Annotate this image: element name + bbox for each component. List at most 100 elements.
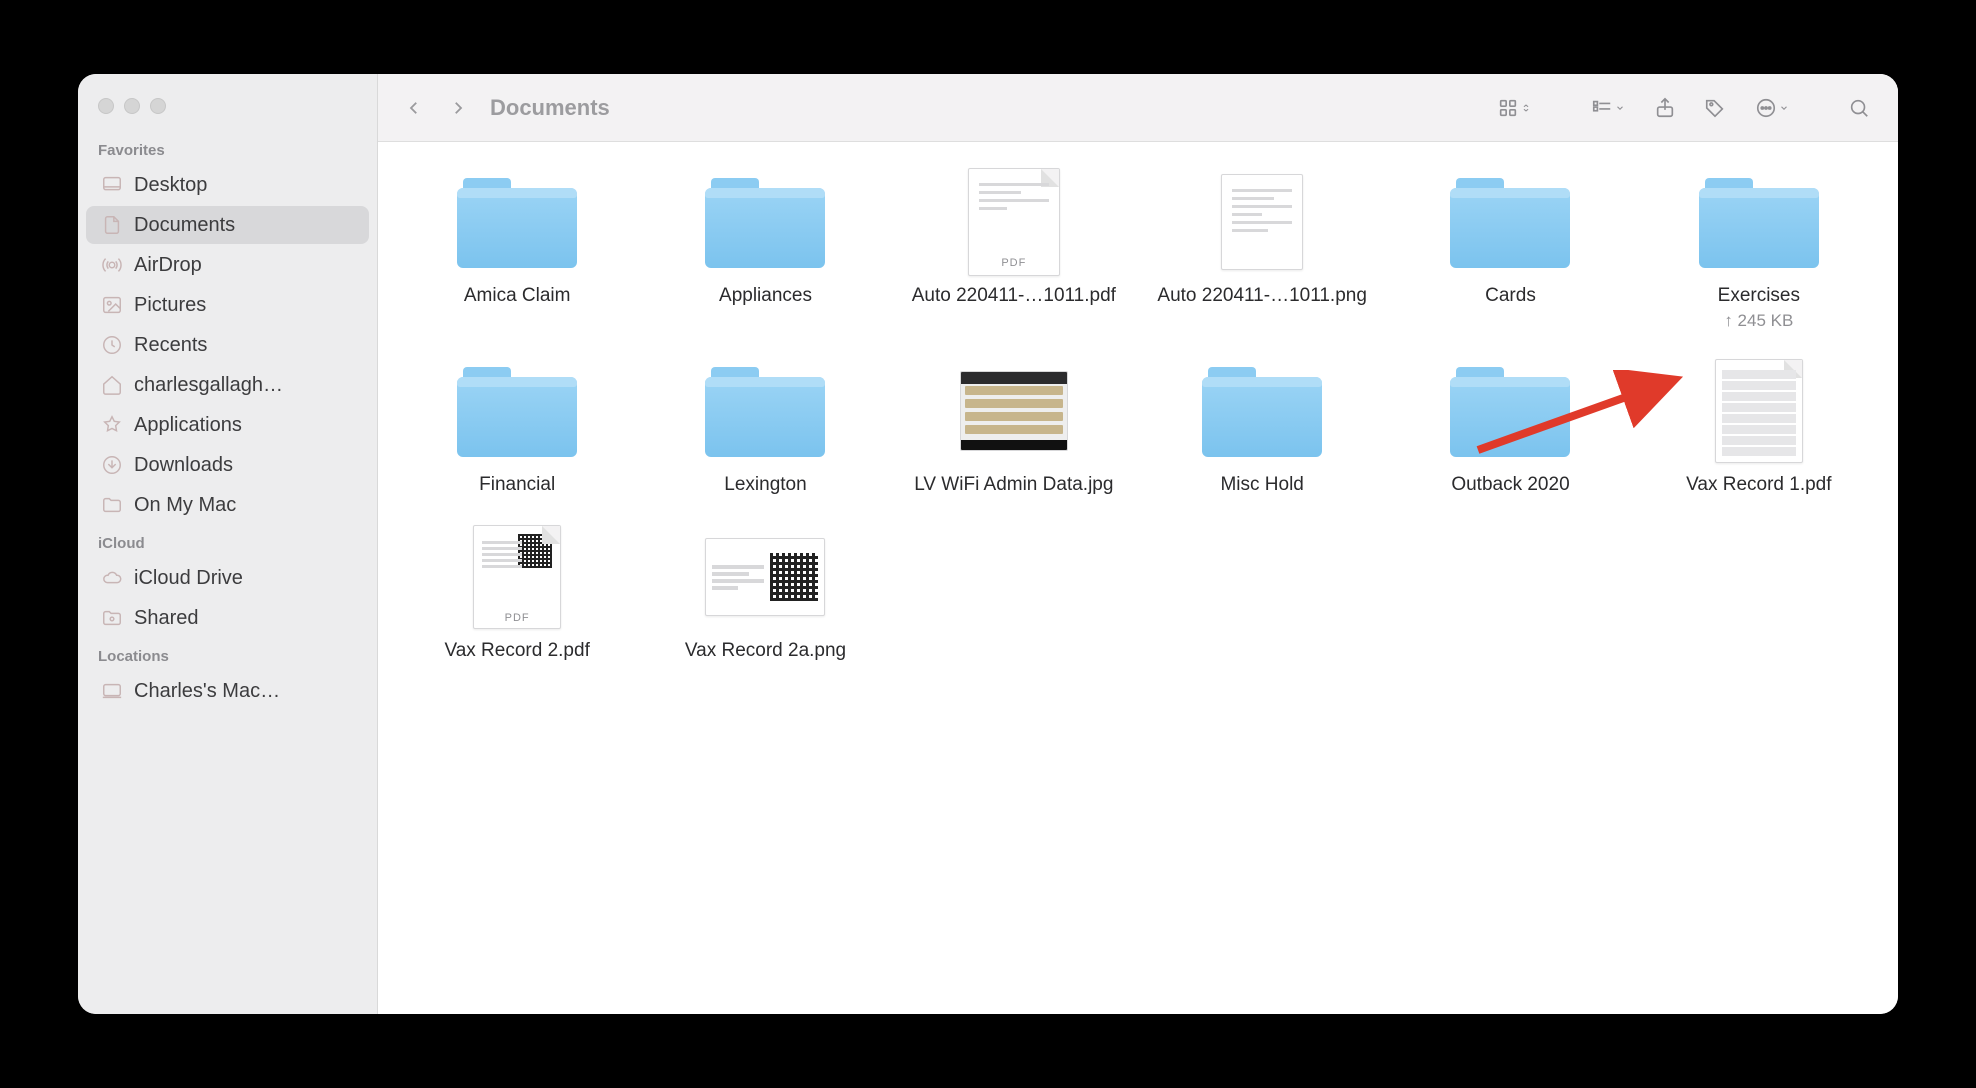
file-thumb — [944, 359, 1084, 463]
folder-icon — [705, 174, 825, 270]
sidebar-item-label: Desktop — [134, 174, 207, 197]
sidebar-item-label: Shared — [134, 607, 199, 630]
sidebar-item-airdrop[interactable]: AirDrop — [86, 246, 369, 284]
main-area: Documents Amica ClaimAppliancesPDFAuto 2… — [378, 74, 1898, 1014]
page-title: Documents — [490, 95, 610, 121]
file-item-label: LV WiFi Admin Data.jpg — [914, 473, 1113, 498]
toolbar: Documents — [378, 74, 1898, 142]
sidebar-section-label: iCloud — [78, 525, 377, 558]
file-item-label: Vax Record 2.pdf — [444, 639, 589, 664]
file-item-label: Vax Record 2a.png — [685, 639, 846, 664]
image-file-icon — [705, 538, 825, 616]
sidebar-section-label: Favorites — [78, 132, 377, 165]
group-button[interactable] — [1580, 90, 1636, 126]
sidebar-item-pictures[interactable]: Pictures — [86, 286, 369, 324]
sidebar-item-label: Applications — [134, 414, 242, 437]
search-button[interactable] — [1838, 90, 1880, 126]
minimize-icon[interactable] — [124, 98, 140, 114]
action-button[interactable] — [1744, 90, 1800, 126]
sidebar-item-label: Recents — [134, 334, 207, 357]
file-thumb — [1192, 170, 1332, 274]
downloads-icon — [100, 453, 124, 477]
file-item[interactable]: Outback 2020 — [1391, 359, 1629, 498]
file-item[interactable]: Amica Claim — [398, 170, 636, 331]
folder-icon — [1450, 363, 1570, 459]
mac-icon — [100, 679, 124, 703]
file-item[interactable]: Financial — [398, 359, 636, 498]
zoom-icon[interactable] — [150, 98, 166, 114]
file-item[interactable]: Appliances — [646, 170, 884, 331]
shared-icon — [100, 606, 124, 630]
file-thumb — [447, 170, 587, 274]
sidebar-item-label: On My Mac — [134, 494, 236, 517]
file-item[interactable]: Misc Hold — [1143, 359, 1381, 498]
image-file-icon — [1221, 174, 1303, 270]
file-item[interactable]: Exercises↑ 245 KB — [1640, 170, 1878, 331]
folder-icon — [457, 363, 577, 459]
file-item-label: Appliances — [719, 284, 812, 309]
folder-icon — [1699, 174, 1819, 270]
icon-grid: Amica ClaimAppliancesPDFAuto 220411-…101… — [398, 170, 1878, 664]
file-item[interactable]: PDF Vax Record 2.pdf — [398, 525, 636, 664]
sidebar-item-downloads[interactable]: Downloads — [86, 446, 369, 484]
file-item[interactable]: PDFAuto 220411-…1011.pdf — [895, 170, 1133, 331]
tags-button[interactable] — [1694, 90, 1736, 126]
sidebar-section-label: Locations — [78, 638, 377, 671]
file-item[interactable]: Auto 220411-…1011.png — [1143, 170, 1381, 331]
file-thumb — [695, 170, 835, 274]
pdf-file-icon — [1715, 359, 1803, 463]
sidebar-item-applications[interactable]: Applications — [86, 406, 369, 444]
file-thumb: PDF — [944, 170, 1084, 274]
file-item-label: Amica Claim — [464, 284, 571, 309]
folder-icon — [1450, 174, 1570, 270]
sidebar-item-documents[interactable]: Documents — [86, 206, 369, 244]
sidebar-item-label: Charles's Mac… — [134, 680, 280, 703]
file-thumb: PDF — [447, 525, 587, 629]
desktop-icon — [100, 173, 124, 197]
folder-icon — [705, 363, 825, 459]
forward-button[interactable] — [440, 90, 476, 126]
file-item[interactable]: Cards — [1391, 170, 1629, 331]
file-thumb — [1440, 170, 1580, 274]
back-button[interactable] — [396, 90, 432, 126]
file-thumb — [447, 359, 587, 463]
sidebar-item-desktop[interactable]: Desktop — [86, 166, 369, 204]
image-file-icon — [960, 371, 1068, 451]
file-thumb — [1440, 359, 1580, 463]
file-thumb — [1689, 359, 1829, 463]
cloud-icon — [100, 566, 124, 590]
sidebar-item-iclouddrive[interactable]: iCloud Drive — [86, 559, 369, 597]
file-item[interactable]: LV WiFi Admin Data.jpg — [895, 359, 1133, 498]
sidebar-item-label: iCloud Drive — [134, 567, 243, 590]
home-icon — [100, 373, 124, 397]
file-item-label: Exercises — [1718, 284, 1800, 309]
document-icon — [100, 213, 124, 237]
airdrop-icon — [100, 253, 124, 277]
file-thumb — [695, 525, 835, 629]
file-item-label: Misc Hold — [1220, 473, 1303, 498]
file-thumb — [1689, 170, 1829, 274]
window-controls — [78, 88, 377, 132]
file-item[interactable]: Vax Record 1.pdf — [1640, 359, 1878, 498]
pdf-file-icon: PDF — [968, 168, 1060, 276]
folder-icon — [1202, 363, 1322, 459]
sidebar-item-home[interactable]: charlesgallagh… — [86, 366, 369, 404]
share-button[interactable] — [1644, 90, 1686, 126]
close-icon[interactable] — [98, 98, 114, 114]
sidebar-item-recents[interactable]: Recents — [86, 326, 369, 364]
sidebar-item-onmymac[interactable]: On My Mac — [86, 486, 369, 524]
file-thumb — [695, 359, 835, 463]
view-mode-button[interactable] — [1486, 90, 1542, 126]
file-item-sub: ↑ 245 KB — [1724, 311, 1793, 331]
file-item[interactable]: Lexington — [646, 359, 884, 498]
file-item-label: Vax Record 1.pdf — [1686, 473, 1831, 498]
file-item-label: Lexington — [724, 473, 806, 498]
sidebar-item-thismac[interactable]: Charles's Mac… — [86, 672, 369, 710]
sidebar-item-shared[interactable]: Shared — [86, 599, 369, 637]
recents-icon — [100, 333, 124, 357]
sidebar-item-label: charlesgallagh… — [134, 374, 283, 397]
content-area[interactable]: Amica ClaimAppliancesPDFAuto 220411-…101… — [378, 142, 1898, 1014]
file-item[interactable]: Vax Record 2a.png — [646, 525, 884, 664]
file-item-label: Outback 2020 — [1451, 473, 1569, 498]
sidebar-item-label: Downloads — [134, 454, 233, 477]
